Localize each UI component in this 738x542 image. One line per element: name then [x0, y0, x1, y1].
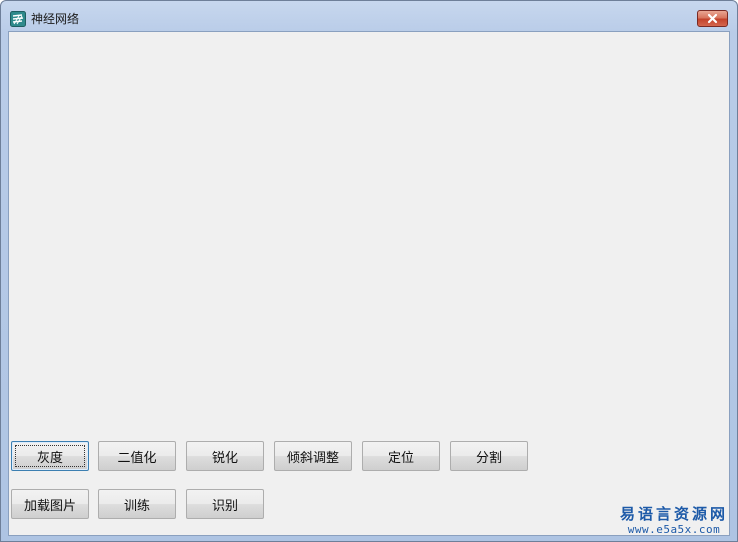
close-icon: [707, 13, 718, 24]
sharpen-button[interactable]: 锐化: [186, 441, 264, 471]
recognize-button[interactable]: 识别: [186, 489, 264, 519]
train-button-label: 训练: [123, 498, 150, 514]
watermark-text: 易语言资源网: [619, 505, 728, 523]
app-icon: [10, 11, 26, 27]
locate-button-label: 定位: [387, 450, 414, 466]
load-image-button-label: 加载图片: [23, 498, 76, 514]
locate-button[interactable]: 定位: [362, 441, 440, 471]
segment-button[interactable]: 分割: [450, 441, 528, 471]
watermark: 易语言资源网 www.e5a5x.com: [613, 505, 735, 536]
sharpen-button-label: 锐化: [211, 450, 238, 466]
load-image-button[interactable]: 加载图片: [11, 489, 89, 519]
segment-button-label: 分割: [475, 450, 502, 466]
close-button[interactable]: [697, 10, 728, 27]
title-bar[interactable]: 神经网络: [1, 1, 737, 31]
grayscale-button[interactable]: 灰度: [11, 441, 89, 471]
watermark-url: www.e5a5x.com: [627, 523, 721, 536]
window-title: 神经网络: [31, 12, 80, 26]
recognize-button-label: 识别: [211, 498, 238, 514]
skew-adjust-button[interactable]: 倾斜调整: [274, 441, 352, 471]
binarize-button-label: 二值化: [117, 450, 157, 466]
grayscale-button-label: 灰度: [36, 450, 63, 466]
binarize-button[interactable]: 二值化: [98, 441, 176, 471]
skew-adjust-button-label: 倾斜调整: [286, 450, 339, 466]
train-button[interactable]: 训练: [98, 489, 176, 519]
app-window: 神经网络 灰度 二值化 锐化 倾斜调整 定位 分割 加载图片 训练 识别 易语言…: [0, 0, 738, 542]
client-area: 灰度 二值化 锐化 倾斜调整 定位 分割 加载图片 训练 识别: [8, 31, 730, 536]
